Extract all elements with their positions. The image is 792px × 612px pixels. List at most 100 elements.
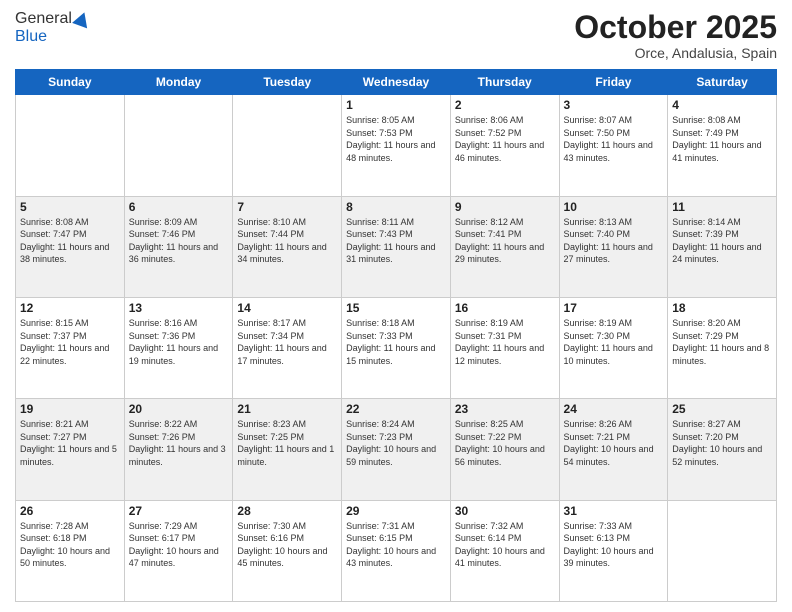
day-number: 29: [346, 504, 446, 518]
day-number: 2: [455, 98, 555, 112]
table-row: 16 Sunrise: 8:19 AM Sunset: 7:31 PM Dayli…: [450, 297, 559, 398]
day-number: 9: [455, 200, 555, 214]
day-number: 18: [672, 301, 772, 315]
table-row: 24Sunrise: 8:26 AM Sunset: 7:21 PM Dayli…: [559, 399, 668, 500]
table-row: 5 Sunrise: 8:08 AM Sunset: 7:47 PM Daylig…: [16, 196, 125, 297]
day-number: 13: [129, 301, 229, 315]
day-number: 21: [237, 402, 337, 416]
day-info: Sunrise: 7:33 AM Sunset: 6:13 PM Dayligh…: [564, 520, 664, 570]
day-info: Sunrise: 8:10 AM Sunset: 7:44 PM Dayligh…: [237, 216, 337, 266]
table-row: 23 Sunrise: 8:25 AM Sunset: 7:22 PM Dayli…: [450, 399, 559, 500]
day-number: 3: [564, 98, 664, 112]
table-row: [124, 95, 233, 196]
day-info: Sunrise: 8:08 AM Sunset: 7:49 PM Dayligh…: [672, 114, 772, 164]
day-info: Sunrise: 7:28 AM Sunset: 6:18 PM Dayligh…: [20, 520, 120, 570]
day-info: Sunrise: 8:16 AM Sunset: 7:36 PM Dayligh…: [129, 317, 229, 367]
day-info: Sunrise: 8:09 AM Sunset: 7:46 PM Dayligh…: [129, 216, 229, 266]
day-info: Sunrise: 8:23 AM Sunset: 7:25 PM Dayligh…: [237, 418, 337, 468]
day-number: 28: [237, 504, 337, 518]
table-row: 18 Sunrise: 8:20 AM Sunset: 7:29 PM Dayli…: [668, 297, 777, 398]
calendar-table: Sunday Monday Tuesday Wednesday Thursday…: [15, 69, 777, 602]
table-row: 14 Sunrise: 8:17 AM Sunset: 7:34 PM Dayli…: [233, 297, 342, 398]
table-row: [233, 95, 342, 196]
logo: General Blue: [15, 10, 90, 46]
table-row: 19 Sunrise: 8:21 AM Sunset: 7:27 PM Dayli…: [16, 399, 125, 500]
day-info: Sunrise: 8:12 AM Sunset: 7:41 PM Dayligh…: [455, 216, 555, 266]
day-number: 25: [672, 402, 772, 416]
table-row: 8 Sunrise: 8:11 AM Sunset: 7:43 PM Daylig…: [342, 196, 451, 297]
day-number: 15: [346, 301, 446, 315]
day-info: Sunrise: 8:06 AM Sunset: 7:52 PM Dayligh…: [455, 114, 555, 164]
day-info: Sunrise: 8:26 AM Sunset: 7:21 PM Dayligh…: [564, 418, 664, 468]
table-row: 7 Sunrise: 8:10 AM Sunset: 7:44 PM Daylig…: [233, 196, 342, 297]
day-info: Sunrise: 8:14 AM Sunset: 7:39 PM Dayligh…: [672, 216, 772, 266]
day-info: Sunrise: 8:13 AM Sunset: 7:40 PM Dayligh…: [564, 216, 664, 266]
day-info: Sunrise: 8:05 AM Sunset: 7:53 PM Dayligh…: [346, 114, 446, 164]
table-row: 27 Sunrise: 7:29 AM Sunset: 6:17 PM Dayli…: [124, 500, 233, 601]
table-row: 9 Sunrise: 8:12 AM Sunset: 7:41 PM Daylig…: [450, 196, 559, 297]
day-info: Sunrise: 7:30 AM Sunset: 6:16 PM Dayligh…: [237, 520, 337, 570]
day-info: Sunrise: 8:22 AM Sunset: 7:26 PM Dayligh…: [129, 418, 229, 468]
table-row: 17Sunrise: 8:19 AM Sunset: 7:30 PM Dayli…: [559, 297, 668, 398]
day-info: Sunrise: 8:19 AM Sunset: 7:30 PM Dayligh…: [564, 317, 664, 367]
day-number: 22: [346, 402, 446, 416]
day-info: Sunrise: 8:08 AM Sunset: 7:47 PM Dayligh…: [20, 216, 120, 266]
day-number: 1: [346, 98, 446, 112]
col-saturday: Saturday: [668, 70, 777, 95]
logo-blue-text: Blue: [15, 28, 47, 46]
table-row: [16, 95, 125, 196]
day-info: Sunrise: 8:19 AM Sunset: 7:31 PM Dayligh…: [455, 317, 555, 367]
calendar-week-4: 19 Sunrise: 8:21 AM Sunset: 7:27 PM Dayli…: [16, 399, 777, 500]
day-info: Sunrise: 8:20 AM Sunset: 7:29 PM Dayligh…: [672, 317, 772, 367]
day-number: 14: [237, 301, 337, 315]
table-row: 2 Sunrise: 8:06 AM Sunset: 7:52 PM Daylig…: [450, 95, 559, 196]
table-row: 3 Sunrise: 8:07 AM Sunset: 7:50 PM Daylig…: [559, 95, 668, 196]
calendar-week-2: 5 Sunrise: 8:08 AM Sunset: 7:47 PM Daylig…: [16, 196, 777, 297]
col-tuesday: Tuesday: [233, 70, 342, 95]
calendar-header-row: Sunday Monday Tuesday Wednesday Thursday…: [16, 70, 777, 95]
col-thursday: Thursday: [450, 70, 559, 95]
col-friday: Friday: [559, 70, 668, 95]
day-info: Sunrise: 7:31 AM Sunset: 6:15 PM Dayligh…: [346, 520, 446, 570]
table-row: 20Sunrise: 8:22 AM Sunset: 7:26 PM Dayli…: [124, 399, 233, 500]
table-row: 28 Sunrise: 7:30 AM Sunset: 6:16 PM Dayli…: [233, 500, 342, 601]
header: General Blue October 2025 Orce, Andalusi…: [15, 10, 777, 61]
day-number: 7: [237, 200, 337, 214]
table-row: 10 Sunrise: 8:13 AM Sunset: 7:40 PM Dayli…: [559, 196, 668, 297]
col-sunday: Sunday: [16, 70, 125, 95]
day-number: 23: [455, 402, 555, 416]
month-title: October 2025: [574, 10, 777, 45]
day-info: Sunrise: 8:07 AM Sunset: 7:50 PM Dayligh…: [564, 114, 664, 164]
table-row: 30Sunrise: 7:32 AM Sunset: 6:14 PM Dayli…: [450, 500, 559, 601]
day-info: Sunrise: 7:29 AM Sunset: 6:17 PM Dayligh…: [129, 520, 229, 570]
day-info: Sunrise: 8:25 AM Sunset: 7:22 PM Dayligh…: [455, 418, 555, 468]
day-info: Sunrise: 8:17 AM Sunset: 7:34 PM Dayligh…: [237, 317, 337, 367]
day-number: 8: [346, 200, 446, 214]
col-monday: Monday: [124, 70, 233, 95]
day-number: 10: [564, 200, 664, 214]
table-row: 22 Sunrise: 8:24 AM Sunset: 7:23 PM Dayli…: [342, 399, 451, 500]
day-info: Sunrise: 8:27 AM Sunset: 7:20 PM Dayligh…: [672, 418, 772, 468]
table-row: 21 Sunrise: 8:23 AM Sunset: 7:25 PM Dayli…: [233, 399, 342, 500]
table-row: 26Sunrise: 7:28 AM Sunset: 6:18 PM Dayli…: [16, 500, 125, 601]
day-number: 16: [455, 301, 555, 315]
table-row: 11 Sunrise: 8:14 AM Sunset: 7:39 PM Dayli…: [668, 196, 777, 297]
day-number: 11: [672, 200, 772, 214]
table-row: 4 Sunrise: 8:08 AM Sunset: 7:49 PM Daylig…: [668, 95, 777, 196]
table-row: 25 Sunrise: 8:27 AM Sunset: 7:20 PM Dayli…: [668, 399, 777, 500]
calendar-week-1: 1 Sunrise: 8:05 AM Sunset: 7:53 PM Daylig…: [16, 95, 777, 196]
table-row: 15 Sunrise: 8:18 AM Sunset: 7:33 PM Dayli…: [342, 297, 451, 398]
day-info: Sunrise: 8:11 AM Sunset: 7:43 PM Dayligh…: [346, 216, 446, 266]
day-info: Sunrise: 8:15 AM Sunset: 7:37 PM Dayligh…: [20, 317, 120, 367]
day-number: 5: [20, 200, 120, 214]
day-number: 4: [672, 98, 772, 112]
col-wednesday: Wednesday: [342, 70, 451, 95]
day-info: Sunrise: 8:18 AM Sunset: 7:33 PM Dayligh…: [346, 317, 446, 367]
day-number: 27: [129, 504, 229, 518]
logo-triangle-icon: [72, 10, 92, 29]
day-info: Sunrise: 8:21 AM Sunset: 7:27 PM Dayligh…: [20, 418, 120, 468]
logo-general-text: General: [15, 10, 72, 28]
day-number: 30: [455, 504, 555, 518]
day-info: Sunrise: 8:24 AM Sunset: 7:23 PM Dayligh…: [346, 418, 446, 468]
day-number: 19: [20, 402, 120, 416]
